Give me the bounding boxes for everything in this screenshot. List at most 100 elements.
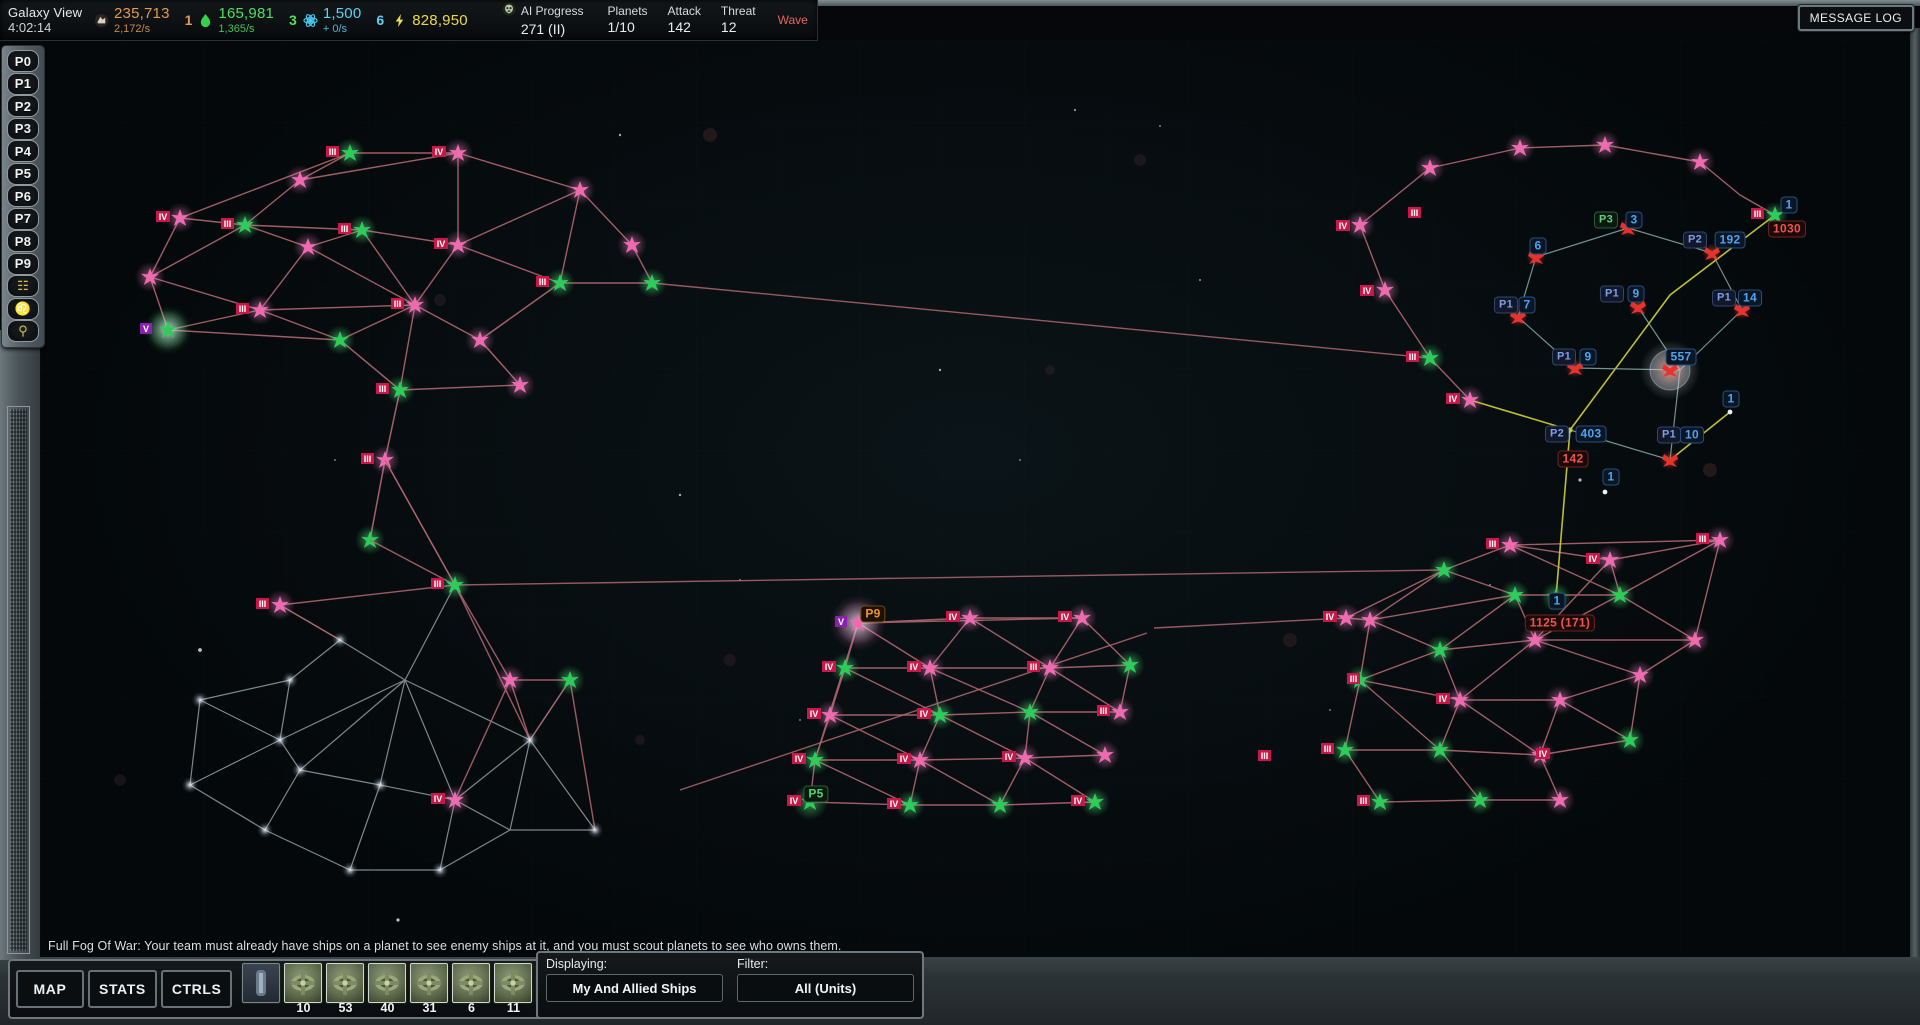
- resource-science: 1,500 + 0/s 6: [303, 0, 390, 40]
- svg-text:III: III: [394, 299, 402, 309]
- cluster-a-links: [150, 153, 652, 585]
- galaxy-view-screen: III IV IV III III IV III III V III III I…: [0, 0, 1920, 1025]
- filter-select[interactable]: All (Units): [737, 974, 914, 1002]
- stat-planets: Planets 1/10: [608, 0, 648, 40]
- unit-swarmer-count: 6: [452, 1001, 490, 1015]
- bottom-hud-panel: MAPSTATSCTRLS 1053403161151040: [8, 959, 544, 1019]
- hud-button-group: MAPSTATSCTRLS: [16, 970, 232, 1008]
- game-timer: 4:02:14: [8, 20, 88, 36]
- planet-button-p7[interactable]: P7: [7, 208, 39, 230]
- unit-shield[interactable]: 11: [494, 960, 532, 1019]
- svg-text:III: III: [434, 579, 442, 589]
- resource-metal: 235,713 2,172/s 1: [94, 0, 198, 40]
- unit-bomber[interactable]: 53: [326, 960, 364, 1019]
- filter-label: Filter:: [737, 957, 914, 971]
- map-canvas: III IV IV III III IV III III V III III I…: [40, 40, 1910, 957]
- unit-artillery[interactable]: 40: [368, 960, 406, 1019]
- planet-button-p0[interactable]: P0: [7, 50, 39, 72]
- planets-label: Planets: [608, 4, 648, 19]
- cluster-d-nodes: [1330, 525, 1735, 817]
- science-value: 1,500: [323, 5, 362, 22]
- planet-button-p1[interactable]: P1: [7, 73, 39, 95]
- planet-button-p3[interactable]: P3: [7, 118, 39, 140]
- unit-bomber-icon: [326, 963, 364, 1003]
- energy-icon: [198, 13, 213, 28]
- unit-starfighter-icon: [284, 963, 322, 1003]
- unit-missile-icon: [410, 963, 448, 1003]
- unit-transport[interactable]: [242, 960, 280, 1019]
- svg-text:IV: IV: [920, 709, 929, 719]
- svg-text:IV: IV: [159, 212, 168, 222]
- stat-wave: Wave: [778, 0, 808, 40]
- planet-button-p6[interactable]: P6: [7, 185, 39, 207]
- ai-progress-label: AI Progress: [521, 4, 584, 19]
- stat-ai-progress: AI Progress 271 (II): [502, 0, 584, 40]
- planet-button-p8[interactable]: P8: [7, 230, 39, 252]
- cluster-b-links: [190, 585, 595, 870]
- svg-text:IV: IV: [1449, 394, 1458, 404]
- svg-text:IV: IV: [1074, 796, 1083, 806]
- metal-cap: 1: [185, 12, 193, 28]
- search-icon[interactable]: ⚲: [7, 320, 39, 342]
- planet-shortcut-rail: P0P1P2P3P4P5P6P7P8P9☷♌⚲: [2, 46, 44, 347]
- power-icon: [392, 13, 407, 28]
- notes-icon[interactable]: ☷: [7, 275, 39, 297]
- view-title-block: Galaxy View 4:02:14: [0, 0, 88, 40]
- unit-missile[interactable]: 31: [410, 960, 448, 1019]
- svg-text:III: III: [259, 599, 267, 609]
- window-right-frame: [1910, 28, 1920, 959]
- attack-label: Attack: [668, 4, 701, 19]
- unit-swarmer-icon: [452, 963, 490, 1003]
- displaying-select[interactable]: My And Allied Ships: [546, 974, 723, 1002]
- planet-button-p4[interactable]: P4: [7, 140, 39, 162]
- science-rate: + 0/s: [323, 22, 362, 36]
- unit-shield-count: 11: [494, 1001, 532, 1015]
- planet-button-p9[interactable]: P9: [7, 253, 39, 275]
- svg-text:IV: IV: [1326, 612, 1335, 622]
- cluster-a-nodes: [135, 138, 667, 555]
- svg-text:III: III: [1350, 674, 1358, 684]
- svg-text:IV: IV: [1439, 694, 1448, 704]
- hud-button-stats[interactable]: STATS: [88, 970, 157, 1008]
- svg-text:IV: IV: [795, 754, 804, 764]
- unit-shield-icon: [494, 963, 532, 1003]
- energy-cap: 3: [289, 12, 297, 28]
- svg-text:IV: IV: [1589, 554, 1598, 564]
- unit-swarmer[interactable]: 6: [452, 960, 490, 1019]
- message-log-button[interactable]: MESSAGE LOG: [1798, 5, 1914, 31]
- svg-text:IV: IV: [810, 709, 819, 719]
- threat-icon[interactable]: ♌: [7, 298, 39, 320]
- svg-text:IV: IV: [434, 794, 443, 804]
- svg-text:III: III: [1411, 208, 1419, 218]
- planet-button-p2[interactable]: P2: [7, 95, 39, 117]
- svg-text:IV: IV: [1005, 752, 1014, 762]
- svg-text:III: III: [1360, 796, 1368, 806]
- unit-bomber-count: 53: [326, 1001, 364, 1015]
- svg-text:III: III: [539, 277, 547, 287]
- svg-text:V: V: [143, 324, 149, 334]
- hud-button-map[interactable]: MAP: [16, 970, 84, 1008]
- svg-text:IV: IV: [1363, 286, 1372, 296]
- left-frame-grill: [0, 400, 40, 960]
- hud-button-ctrls[interactable]: CTRLS: [161, 970, 233, 1008]
- stat-attack: Attack 142: [668, 0, 701, 40]
- svg-text:III: III: [364, 454, 372, 464]
- planet-button-p5[interactable]: P5: [7, 163, 39, 185]
- unit-starfighter[interactable]: 10: [284, 960, 322, 1019]
- stat-threat: Threat 12: [721, 0, 756, 40]
- science-icon: [303, 13, 318, 28]
- svg-text:IV: IV: [890, 799, 899, 809]
- svg-text:IV: IV: [790, 796, 799, 806]
- svg-text:IV: IV: [1339, 221, 1348, 231]
- unit-transport-icon: [242, 963, 280, 1003]
- svg-text:IV: IV: [825, 662, 834, 672]
- svg-text:III: III: [1489, 539, 1497, 549]
- svg-text:III: III: [1409, 352, 1417, 362]
- svg-text:III: III: [239, 304, 247, 314]
- unit-missile-count: 31: [410, 1001, 448, 1015]
- svg-text:III: III: [1261, 751, 1269, 761]
- svg-text:III: III: [1699, 534, 1707, 544]
- svg-text:III: III: [341, 224, 349, 234]
- svg-text:IV: IV: [900, 754, 909, 764]
- galaxy-map[interactable]: III IV IV III III IV III III V III III I…: [40, 40, 1910, 957]
